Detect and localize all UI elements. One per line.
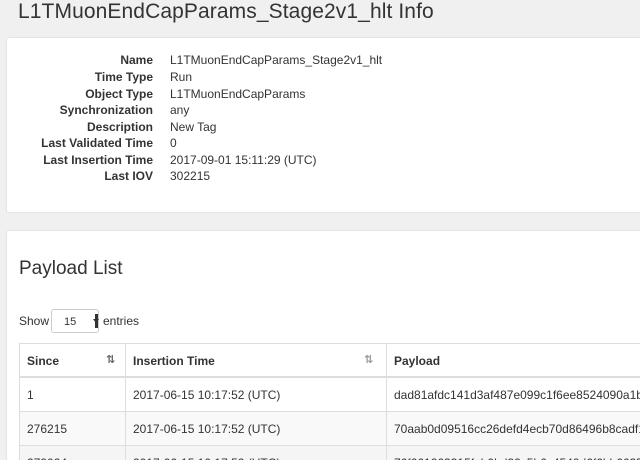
show-label: Show — [19, 314, 50, 328]
info-value: 302215 — [170, 169, 211, 183]
cell-payload-hash[interactable]: dad81afdc141d3af487e099c1f6ee8524090a1b8 — [387, 378, 640, 412]
payload-list-panel: Payload List Show 15 entries Since ⇅ Ins… — [6, 230, 640, 460]
info-value: L1TMuonEndCapParams — [170, 87, 306, 101]
info-label: Name — [120, 53, 153, 67]
sort-both-icon: ⇅ — [364, 354, 374, 366]
payload-list-title: Payload List — [19, 258, 123, 279]
cell-insertion-time: 2017-06-15 10:17:52 (UTC) — [126, 446, 387, 460]
info-label: Description — [86, 120, 153, 134]
info-label: Synchronization — [59, 103, 153, 117]
info-value: any — [170, 103, 190, 117]
column-header-insertion-time[interactable]: Insertion Time ⇅ — [126, 344, 387, 378]
chevron-down-icon — [93, 314, 99, 328]
cell-since: 279024 — [19, 446, 126, 460]
info-value: New Tag — [170, 120, 217, 134]
cell-payload-hash[interactable]: 70aab0d09516cc26defd4ecb70d86496b8cadf1c — [387, 412, 640, 446]
cell-since: 1 — [19, 378, 126, 412]
entries-per-page-select[interactable]: 15 — [51, 309, 99, 333]
sort-asc-active-icon: ⇅ — [106, 354, 116, 366]
table-row[interactable]: 279024 2017-06-15 10:17:52 (UTC) 76f6612… — [19, 446, 640, 460]
table-row[interactable]: 1 2017-06-15 10:17:52 (UTC) dad81afdc141… — [19, 378, 640, 412]
info-label: Last Insertion Time — [43, 153, 153, 167]
info-value: L1TMuonEndCapParams_Stage2v1_hlt — [170, 53, 383, 67]
tag-info-panel: Name L1TMuonEndCapParams_Stage2v1_hlt Ti… — [6, 37, 640, 213]
info-label: Time Type — [94, 70, 153, 84]
entries-label: entries — [103, 314, 140, 328]
table-header-row: Since ⇅ Insertion Time ⇅ Payload — [19, 343, 640, 378]
table-row[interactable]: 276215 2017-06-15 10:17:52 (UTC) 70aab0d… — [19, 412, 640, 446]
cell-payload-hash[interactable]: 76f661263315feb0bd32c5b6c4549d6f6bb6635a — [387, 446, 640, 460]
cell-insertion-time: 2017-06-15 10:17:52 (UTC) — [126, 378, 387, 412]
cell-since: 276215 — [19, 412, 126, 446]
info-value: Run — [170, 70, 193, 84]
cell-insertion-time: 2017-06-15 10:17:52 (UTC) — [126, 412, 387, 446]
entries-value: 15 — [64, 316, 77, 328]
column-header-payload[interactable]: Payload — [387, 344, 640, 378]
column-header-label: Since — [27, 354, 60, 368]
info-value: 0 — [170, 136, 177, 150]
info-label: Last Validated Time — [41, 136, 153, 150]
info-label: Last IOV — [104, 169, 153, 183]
info-label: Object Type — [85, 87, 153, 101]
column-header-label: Payload — [394, 354, 441, 368]
column-header-since[interactable]: Since ⇅ — [19, 344, 126, 378]
page-title: L1TMuonEndCapParams_Stage2v1_hlt Info — [18, 0, 434, 23]
info-value: 2017-09-01 15:11:29 (UTC) — [170, 153, 317, 167]
column-header-label: Insertion Time — [133, 354, 215, 368]
